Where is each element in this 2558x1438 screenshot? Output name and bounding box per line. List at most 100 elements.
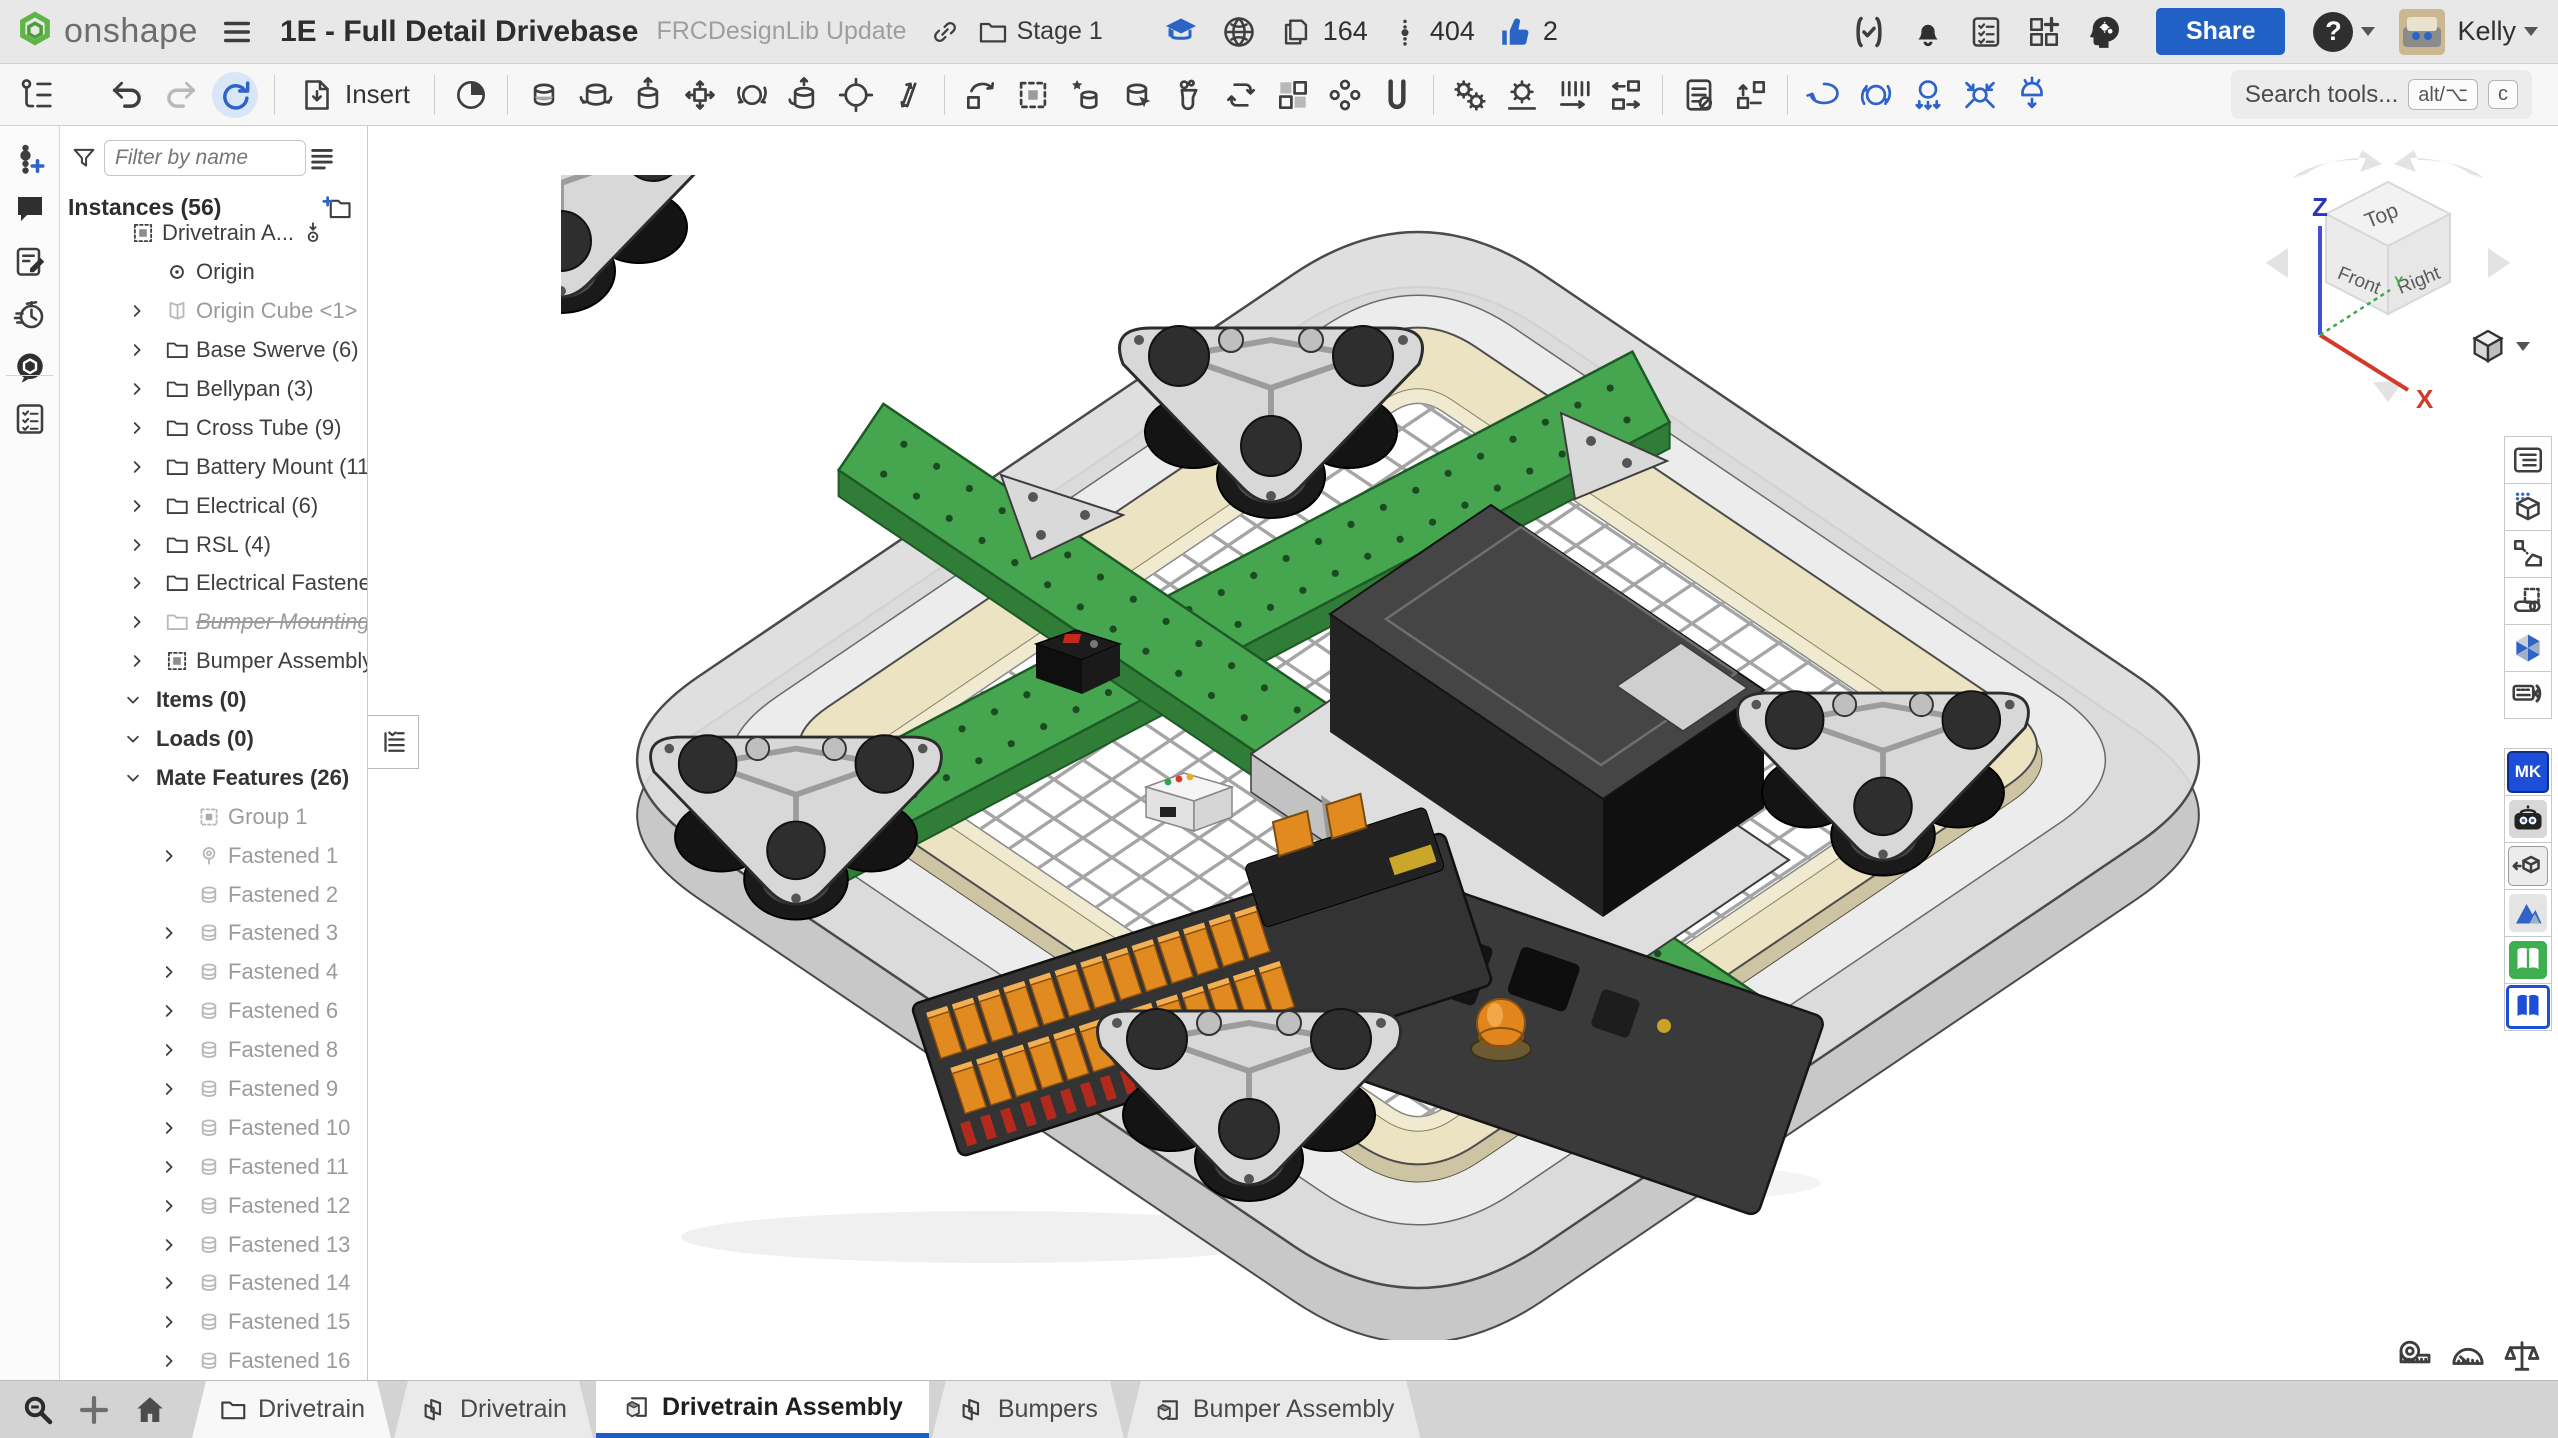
view-cube[interactable]: Top Front Right Z X Y (2258, 130, 2518, 420)
tab-drivetrain-assembly[interactable]: Drivetrain Assembly (596, 1381, 929, 1438)
expand-chevron-icon[interactable] (160, 1274, 178, 1292)
tree-row[interactable]: Fastened 1 (60, 836, 368, 875)
notes-edit-icon[interactable] (12, 243, 48, 279)
tree-row[interactable]: Base Swerve (6) (60, 331, 368, 370)
search-tools-box[interactable]: Search tools...alt/⌥c (2231, 70, 2532, 119)
app-book-green-button[interactable] (2504, 936, 2552, 984)
apps-grid-icon[interactable] (2026, 14, 2062, 50)
panel-collapse-handle[interactable] (368, 715, 419, 769)
app-export-cube-button[interactable] (2504, 842, 2552, 890)
expand-chevron-icon[interactable] (160, 1080, 178, 1098)
tree-row[interactable]: Fastened 13 (60, 1225, 368, 1264)
insert-button[interactable]: Insert (285, 71, 424, 119)
expand-chevron-icon[interactable] (128, 497, 146, 515)
cube-grid-button[interactable] (2504, 483, 2552, 531)
app-robot-button[interactable] (2504, 795, 2552, 843)
swerve-module[interactable] (561, 175, 713, 313)
expand-chevron-icon[interactable] (128, 536, 146, 554)
mass-scale-icon[interactable] (2502, 1336, 2542, 1376)
thumbs-up-icon[interactable] (1497, 14, 1533, 50)
drivebase-3d-model[interactable] (561, 175, 2271, 1340)
derived-part-button[interactable] (2504, 530, 2552, 578)
user-name[interactable]: Kelly (2457, 16, 2516, 47)
tree-row[interactable]: Bellypan (3) (60, 370, 368, 409)
tree-row[interactable]: RSL (4) (60, 525, 368, 564)
tube-profile-button[interactable] (2504, 577, 2552, 625)
tab-bumper-assembly[interactable]: Bumper Assembly (1127, 1381, 1420, 1438)
cylindrical-mate-icon[interactable] (778, 69, 830, 121)
filter-input[interactable] (104, 140, 306, 176)
app-mk-button[interactable]: MK (2504, 748, 2552, 796)
workspace-name[interactable]: Stage 1 (1017, 17, 1103, 46)
app-book-blue-button[interactable] (2504, 983, 2552, 1031)
protractor-icon[interactable] (2448, 1336, 2488, 1376)
user-caret-icon[interactable] (2524, 27, 2538, 36)
gear-relation-icon[interactable] (1496, 69, 1548, 121)
versions-dots-icon[interactable] (1390, 17, 1420, 47)
tasks-checklist-icon[interactable] (12, 401, 48, 437)
tree-row[interactable]: Items (0) (60, 681, 368, 720)
expand-chevron-icon[interactable] (128, 419, 146, 437)
expand-chevron-icon[interactable] (160, 1313, 178, 1331)
planar-mate-icon[interactable] (674, 69, 726, 121)
measure-tape-icon[interactable] (2394, 1336, 2434, 1376)
tree-row[interactable]: Fastened 16 (60, 1342, 368, 1380)
animate-drop-icon[interactable] (1902, 69, 1954, 121)
versions-add-icon[interactable] (12, 142, 48, 178)
keyboard-shortcuts-button[interactable] (2504, 671, 2552, 719)
copies-icon[interactable] (1279, 15, 1313, 49)
tree-row[interactable]: Fastened 9 (60, 1070, 368, 1109)
document-title[interactable]: 1E - Full Detail Drivebase (280, 15, 638, 49)
graphics-viewport[interactable]: Top Front Right Z X Y (369, 126, 2558, 1380)
exploded-view-icon[interactable] (1725, 69, 1777, 121)
expand-chevron-icon[interactable] (128, 613, 146, 631)
outline-panel-button[interactable] (2504, 436, 2552, 484)
view-cube-faces[interactable]: Top Front Right (2326, 182, 2450, 314)
expand-chevron-icon[interactable] (128, 652, 146, 670)
expand-chevron-icon[interactable] (128, 341, 146, 359)
tree-row[interactable]: Bumper Assembly <1> (60, 642, 368, 681)
expand-chevron-icon[interactable] (128, 458, 146, 476)
hamburger-menu-icon[interactable] (220, 15, 254, 49)
tree-row[interactable]: Electrical Fasteners (... (60, 564, 368, 603)
group-parts-icon[interactable] (1007, 69, 1059, 121)
tab-bumpers[interactable]: Bumpers (932, 1381, 1124, 1438)
hex-segments-button[interactable] (2504, 624, 2552, 672)
tree-row[interactable]: Fastened 2 (60, 875, 368, 914)
pie-section-icon[interactable] (445, 69, 497, 121)
expand-chevron-icon[interactable] (160, 1002, 178, 1020)
pattern-circular-icon[interactable] (1319, 69, 1371, 121)
named-positions-icon[interactable] (1215, 69, 1267, 121)
comments-icon[interactable] (12, 191, 48, 227)
tree-structure-icon[interactable] (10, 69, 62, 121)
tree-row[interactable]: Mate Features (26) (60, 758, 368, 797)
tab-drivetrain[interactable]: Drivetrain (394, 1381, 593, 1438)
pin-slot-mate-icon[interactable] (830, 69, 882, 121)
tree-row[interactable]: Electrical (6) (60, 486, 368, 525)
bom-table-icon[interactable] (1673, 69, 1725, 121)
expand-chevron-icon[interactable] (160, 1352, 178, 1370)
tasks-list-icon[interactable] (1968, 14, 2004, 50)
animate-loop-icon[interactable] (1798, 69, 1850, 121)
tree-row[interactable]: Fastened 8 (60, 1031, 368, 1070)
replicate-icon[interactable] (1111, 69, 1163, 121)
animate-light-icon[interactable] (2006, 69, 2058, 121)
revolute-mate-icon[interactable] (570, 69, 622, 121)
ai-assistant-icon[interactable] (2084, 13, 2122, 51)
transfer-parts-icon[interactable] (1600, 69, 1652, 121)
tree-row[interactable]: Drivetrain A... (60, 214, 368, 253)
tree-row[interactable]: Fastened 15 (60, 1303, 368, 1342)
tangent-mate-icon[interactable] (955, 69, 1007, 121)
tree-row[interactable]: Fastened 4 (60, 953, 368, 992)
update-sync-icon[interactable] (212, 72, 258, 118)
history-clock-icon[interactable] (12, 297, 48, 333)
expand-chevron-icon[interactable] (128, 380, 146, 398)
expand-chevron-icon[interactable] (160, 963, 178, 981)
tree-row[interactable]: Fastened 14 (60, 1264, 368, 1303)
tree-row[interactable]: Battery Mount (11) (60, 447, 368, 486)
expand-chevron-icon[interactable] (160, 1236, 178, 1254)
feature-script-icon[interactable] (1850, 13, 1888, 51)
link-icon[interactable] (929, 16, 961, 48)
animate-orbit-icon[interactable] (1850, 69, 1902, 121)
notifications-bell-icon[interactable] (1910, 14, 1946, 50)
